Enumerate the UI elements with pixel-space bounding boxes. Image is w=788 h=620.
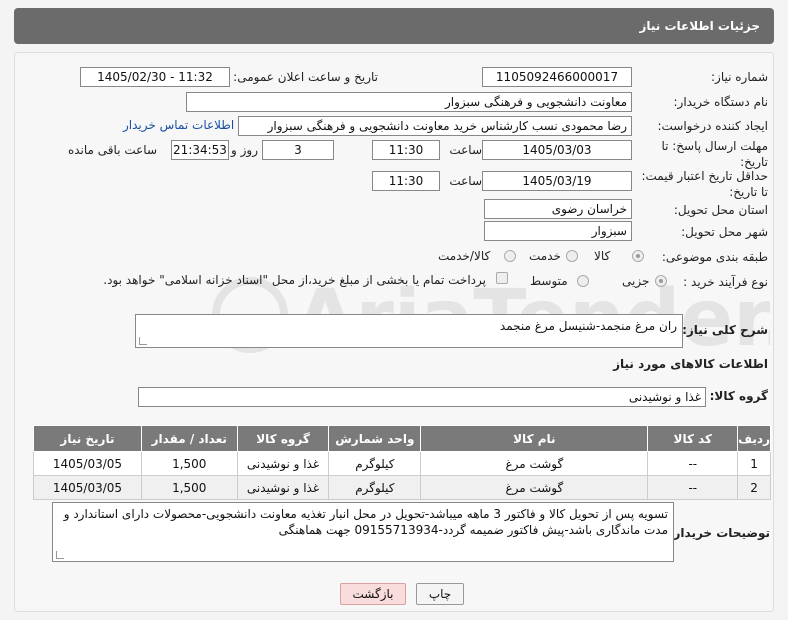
requester-field: رضا محمودی نسب کارشناس خرید معاونت دانشج… bbox=[238, 116, 632, 136]
reply-deadline-label: مهلت ارسال پاسخ: تا تاریخ: bbox=[661, 139, 768, 169]
cell-group: غذا و نوشیدنی bbox=[236, 451, 330, 476]
cell-row: 2 bbox=[737, 475, 771, 500]
buyer-org-label: نام دستگاه خریدار: bbox=[673, 95, 769, 109]
table-header-row: ردیف کد کالا نام کالا واحد شمارش گروه کا… bbox=[33, 425, 771, 452]
col-date-header: تاریخ نیاز bbox=[33, 425, 142, 452]
desc-textarea: ران مرغ منجمد-شنیسل مرغ منجمد bbox=[135, 314, 683, 348]
requester-label: ایجاد کننده درخواست: bbox=[657, 119, 768, 133]
reply-date-field: 1405/03/03 bbox=[482, 140, 632, 160]
price-validity-label: حداقل تاریخ اعتبار قیمت: تا تاریخ: bbox=[641, 169, 768, 199]
days-field: 3 bbox=[262, 140, 334, 160]
desc-label: شرح کلی نیاز: bbox=[682, 323, 768, 337]
price-date-field: 1405/03/19 bbox=[482, 171, 632, 191]
cell-qty: 1,500 bbox=[140, 451, 238, 476]
announce-field: 1405/02/30 - 11:32 bbox=[80, 67, 230, 87]
col-group-header: گروه کالا bbox=[236, 425, 330, 452]
goods-group-field: غذا و نوشیدنی bbox=[138, 387, 706, 407]
print-button[interactable]: چاپ bbox=[416, 583, 464, 605]
category-radio-service[interactable] bbox=[566, 250, 578, 262]
payment-checkbox[interactable] bbox=[496, 272, 508, 284]
price-time-label: ساعت bbox=[449, 174, 482, 188]
cell-group: غذا و نوشیدنی bbox=[236, 475, 330, 500]
back-button[interactable]: بازگشت bbox=[340, 583, 406, 605]
buyer-notes-label: توضیحات خریدار: bbox=[668, 526, 770, 540]
remaining-time-field: 21:34:53 bbox=[171, 140, 229, 160]
category-option-service: خدمت bbox=[529, 249, 561, 263]
category-label: طبقه بندی موضوعی: bbox=[661, 250, 768, 264]
need-number-label: شماره نیاز: bbox=[711, 70, 768, 84]
buyer-notes-text: تسویه پس از تحویل کالا و فاکتور 3 ماهه م… bbox=[63, 507, 668, 537]
category-option-goods-service: کالا/خدمت bbox=[438, 249, 491, 263]
reply-time-label: ساعت bbox=[449, 143, 482, 157]
cell-name: گوشت مرغ bbox=[420, 451, 649, 476]
process-label: نوع فرآیند خرید : bbox=[683, 275, 768, 289]
reply-time-field: 11:30 bbox=[372, 140, 440, 160]
announce-label: تاریخ و ساعت اعلان عمومی: bbox=[233, 70, 378, 84]
buyer-contact-link[interactable]: اطلاعات تماس خریدار bbox=[123, 118, 234, 132]
goods-table: ردیف کد کالا نام کالا واحد شمارش گروه کا… bbox=[33, 425, 771, 500]
payment-note: پرداخت تمام یا بخشی از مبلغ خرید،از محل … bbox=[103, 273, 486, 287]
cell-date: 1405/03/05 bbox=[33, 451, 142, 476]
category-option-goods: کالا bbox=[594, 249, 611, 263]
remaining-time-label: ساعت باقی مانده bbox=[67, 143, 157, 157]
cell-date: 1405/03/05 bbox=[33, 475, 142, 500]
col-row-header: ردیف bbox=[737, 425, 771, 452]
city-label: شهر محل تحویل: bbox=[681, 225, 768, 239]
goods-info-title: اطلاعات کالاهای مورد نیاز bbox=[613, 357, 768, 371]
city-field: سبزوار bbox=[484, 221, 632, 241]
process-option-medium: متوسط bbox=[530, 274, 568, 288]
process-radio-medium[interactable] bbox=[577, 275, 589, 287]
process-option-minor: جزیی bbox=[622, 274, 650, 288]
buyer-org-field: معاونت دانشجویی و فرهنگی سبزوار bbox=[186, 92, 632, 112]
days-label: روز و bbox=[231, 143, 258, 157]
category-radio-goods[interactable] bbox=[632, 250, 644, 262]
price-time-field: 11:30 bbox=[372, 171, 440, 191]
col-name-header: نام کالا bbox=[420, 425, 649, 452]
table-row: 2 -- گوشت مرغ کیلوگرم غذا و نوشیدنی 1,50… bbox=[33, 475, 771, 500]
cell-row: 1 bbox=[737, 451, 771, 476]
col-unit-header: واحد شمارش bbox=[328, 425, 422, 452]
category-radio-goods-service[interactable] bbox=[504, 250, 516, 262]
cell-name: گوشت مرغ bbox=[420, 475, 649, 500]
page-header: جزئیات اطلاعات نیاز bbox=[14, 8, 774, 44]
cell-unit: کیلوگرم bbox=[328, 451, 422, 476]
page-title: جزئیات اطلاعات نیاز bbox=[639, 19, 760, 33]
col-code-header: کد کالا bbox=[647, 425, 739, 452]
desc-text: ران مرغ منجمد-شنیسل مرغ منجمد bbox=[499, 319, 677, 333]
table-row: 1 -- گوشت مرغ کیلوگرم غذا و نوشیدنی 1,50… bbox=[33, 451, 771, 476]
cell-unit: کیلوگرم bbox=[328, 475, 422, 500]
province-label: استان محل تحویل: bbox=[673, 203, 768, 217]
process-radio-minor[interactable] bbox=[655, 275, 667, 287]
need-number-field: 1105092466000017 bbox=[482, 67, 632, 87]
cell-qty: 1,500 bbox=[140, 475, 238, 500]
province-field: خراسان رضوی bbox=[484, 199, 632, 219]
col-qty-header: تعداد / مقدار bbox=[140, 425, 238, 452]
cell-code: -- bbox=[647, 475, 739, 500]
goods-group-label: گروه کالا: bbox=[709, 389, 768, 403]
buyer-notes-textarea: تسویه پس از تحویل کالا و فاکتور 3 ماهه م… bbox=[52, 502, 674, 562]
cell-code: -- bbox=[647, 451, 739, 476]
